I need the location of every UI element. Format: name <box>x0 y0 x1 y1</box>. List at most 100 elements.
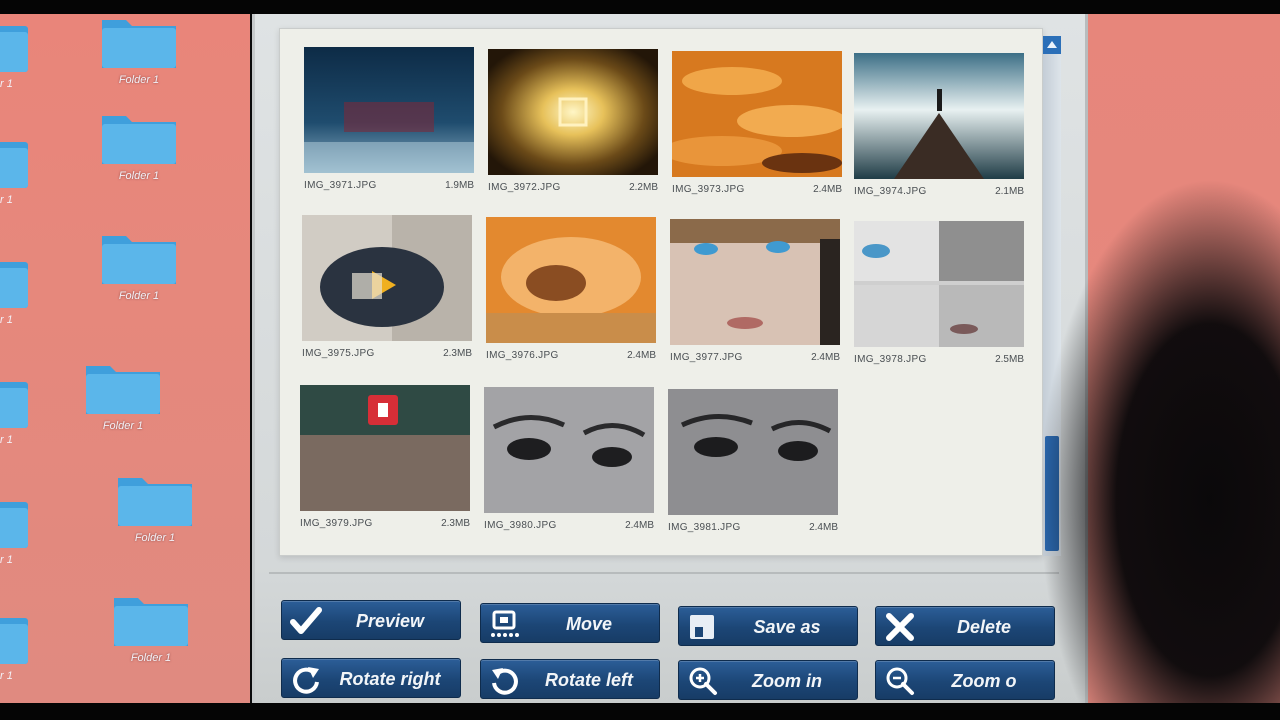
folder-icon <box>0 502 28 548</box>
folder-icon <box>0 618 28 664</box>
rotate-left-button[interactable]: Rotate left <box>480 659 660 699</box>
image-thumbnail[interactable]: IMG_3973.JPG 2.4MB <box>672 51 842 203</box>
file-size: 2.2MB <box>629 182 658 193</box>
file-name: IMG_3977.JPG <box>670 352 743 363</box>
folder-label: r 1 <box>0 554 13 566</box>
image-thumbnail[interactable]: IMG_3974.JPG 2.1MB <box>854 53 1024 205</box>
image-thumbnail[interactable]: IMG_3981.JPG 2.4MB <box>668 389 838 541</box>
file-size: 2.4MB <box>809 522 838 533</box>
thumbnail-image <box>854 221 1024 347</box>
save-as-label: Save as <box>753 617 821 637</box>
thumbnail-image <box>304 47 474 173</box>
image-thumbnail[interactable]: IMG_3976.JPG 2.4MB <box>486 217 656 369</box>
checkmark-icon <box>290 606 322 636</box>
rotate-right-button[interactable]: Rotate right <box>281 658 461 698</box>
file-name: IMG_3975.JPG <box>302 348 375 359</box>
zoom-in-icon <box>687 666 719 696</box>
zoom-out-icon <box>884 666 916 696</box>
file-name: IMG_3980.JPG <box>484 520 557 531</box>
photo-browser-window: IMG_3971.JPG 1.9MB IMG_3972.JPG 2.2MB IM… <box>252 14 1088 703</box>
file-size: 2.4MB <box>811 352 840 363</box>
zoom-in-label: Zoom in <box>752 671 822 691</box>
desktop-folder-cut[interactable]: r 1 <box>0 494 40 574</box>
foreground-silhouette <box>1010 170 1280 720</box>
folder-icon <box>118 478 192 526</box>
rotate-left-label: Rotate left <box>544 670 633 690</box>
toolbar-divider <box>269 572 1059 574</box>
folder-icon <box>114 598 188 646</box>
file-name: IMG_3973.JPG <box>672 184 745 195</box>
folder-icon <box>102 20 176 68</box>
image-thumbnail[interactable]: IMG_3977.JPG 2.4MB <box>670 219 840 371</box>
image-thumbnail[interactable]: IMG_3978.JPG 2.5MB <box>854 221 1024 373</box>
preview-label: Preview <box>355 611 425 631</box>
desktop-folder-cut[interactable]: r 1 <box>0 374 40 454</box>
rotate-left-icon <box>489 665 521 695</box>
thumbnail-image <box>668 389 838 515</box>
file-size: 2.4MB <box>625 520 654 531</box>
desktop-folder[interactable]: Folder 1 <box>110 472 200 552</box>
thumbnail-image <box>486 217 656 343</box>
scroll-up-icon[interactable] <box>1043 36 1061 54</box>
image-thumbnail[interactable]: IMG_3979.JPG 2.3MB <box>300 385 470 537</box>
desktop-folder-cut[interactable]: r 1 <box>0 610 40 690</box>
file-name: IMG_3972.JPG <box>488 182 561 193</box>
file-size: 1.9MB <box>445 180 474 191</box>
file-name: IMG_3979.JPG <box>300 518 373 529</box>
desktop-folder[interactable]: Folder 1 <box>94 230 184 310</box>
file-size: 2.3MB <box>441 518 470 529</box>
thumbnail-image <box>854 53 1024 179</box>
folder-label: Folder 1 <box>118 170 160 182</box>
letterbox-bottom <box>0 703 1280 720</box>
desktop-folder[interactable]: Folder 1 <box>94 110 184 190</box>
image-thumbnail[interactable]: IMG_3972.JPG 2.2MB <box>488 49 658 201</box>
rotate-right-icon <box>290 664 322 694</box>
move-icon <box>489 609 521 639</box>
file-name: IMG_3974.JPG <box>854 186 927 197</box>
folder-label: Folder 1 <box>134 532 176 544</box>
image-thumbnail[interactable]: IMG_3980.JPG 2.4MB <box>484 387 654 539</box>
save-icon <box>687 612 719 642</box>
folder-icon <box>86 366 160 414</box>
file-size: 2.4MB <box>627 350 656 361</box>
file-name: IMG_3981.JPG <box>668 522 741 533</box>
thumbnail-image <box>672 51 842 177</box>
move-button[interactable]: Move <box>480 603 660 643</box>
desktop-folder-cut[interactable]: r 1 <box>0 18 40 98</box>
thumbnail-image <box>302 215 472 341</box>
close-icon <box>884 612 916 642</box>
folder-label: Folder 1 <box>118 74 160 86</box>
desktop-folder[interactable]: Folder 1 <box>78 360 168 440</box>
folder-icon <box>102 116 176 164</box>
desktop-wallpaper: r 1 r 1 r 1 r 1 r 1 r 1 Folder 1 Folder … <box>0 14 250 703</box>
desktop-folder-cut[interactable]: r 1 <box>0 134 40 214</box>
file-name: IMG_3976.JPG <box>486 350 559 361</box>
folder-label: Folder 1 <box>118 290 160 302</box>
folder-label: r 1 <box>0 314 13 326</box>
zoom-in-button[interactable]: Zoom in <box>678 660 858 700</box>
preview-button[interactable]: Preview <box>281 600 461 640</box>
desktop-folder[interactable]: Folder 1 <box>106 592 196 672</box>
desktop-folder[interactable]: Folder 1 <box>94 14 184 94</box>
file-name: IMG_3978.JPG <box>854 354 927 365</box>
thumbnail-image <box>484 387 654 513</box>
file-name: IMG_3971.JPG <box>304 180 377 191</box>
folder-label: Folder 1 <box>130 652 172 664</box>
save-as-button[interactable]: Save as <box>678 606 858 646</box>
folder-label: r 1 <box>0 434 13 446</box>
image-thumbnail[interactable]: IMG_3971.JPG 1.9MB <box>304 47 474 199</box>
folder-label: r 1 <box>0 194 13 206</box>
folder-label: r 1 <box>0 78 13 90</box>
letterbox-top <box>0 0 1280 14</box>
desktop-folder-cut[interactable]: r 1 <box>0 254 40 334</box>
image-thumbnail[interactable]: IMG_3975.JPG 2.3MB <box>302 215 472 367</box>
folder-icon <box>0 26 28 72</box>
folder-label: Folder 1 <box>102 420 144 432</box>
folder-icon <box>0 382 28 428</box>
folder-icon <box>102 236 176 284</box>
move-label: Move <box>565 614 612 634</box>
thumbnail-image <box>670 219 840 345</box>
image-gallery: IMG_3971.JPG 1.9MB IMG_3972.JPG 2.2MB IM… <box>279 28 1043 556</box>
folder-label: r 1 <box>0 670 13 682</box>
folder-icon <box>0 142 28 188</box>
